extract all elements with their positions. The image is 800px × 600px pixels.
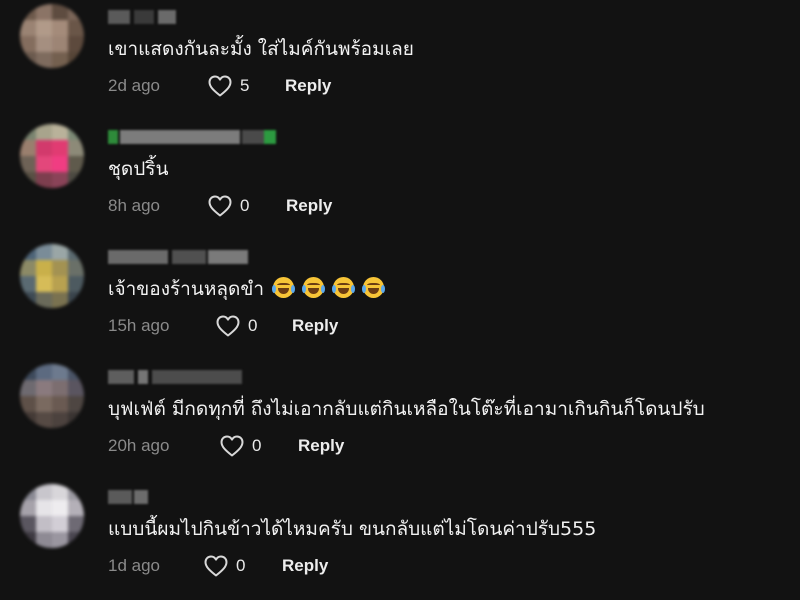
avatar[interactable] bbox=[20, 244, 84, 308]
username-obscured[interactable] bbox=[108, 250, 248, 264]
comment-item: บุฟเฟ่ต์ มีกดทุกที่ ถึงไม่เอากลับแต่กินเ… bbox=[0, 360, 800, 480]
username-obscured[interactable] bbox=[108, 130, 276, 144]
username-obscured[interactable] bbox=[108, 490, 148, 504]
comment-text-body: ชุดปริ้น bbox=[108, 158, 169, 180]
reply-button[interactable]: Reply bbox=[298, 436, 344, 456]
like-button[interactable]: 0 bbox=[220, 434, 276, 458]
face-with-tears-of-joy-emoji bbox=[302, 277, 325, 298]
comment-meta: 1d ago 0 Reply bbox=[108, 554, 408, 578]
face-with-tears-of-joy-emoji bbox=[362, 277, 385, 298]
comment-text: เจ้าของร้านหลุดขำ bbox=[108, 276, 385, 302]
timestamp: 20h ago bbox=[108, 436, 170, 455]
like-button[interactable]: 0 bbox=[204, 554, 260, 578]
timestamp: 15h ago bbox=[108, 316, 170, 335]
comment-text: ชุดปริ้น bbox=[108, 156, 169, 182]
comment-text-body: เจ้าของร้านหลุดขำ bbox=[108, 278, 264, 300]
reply-button[interactable]: Reply bbox=[286, 196, 332, 216]
timestamp: 1d ago bbox=[108, 556, 160, 575]
comment-meta: 15h ago 0 Reply bbox=[108, 314, 408, 338]
timestamp: 2d ago bbox=[108, 76, 160, 95]
reply-button[interactable]: Reply bbox=[292, 316, 338, 336]
face-with-tears-of-joy-emoji bbox=[272, 277, 295, 298]
face-with-tears-of-joy-emoji bbox=[332, 277, 355, 298]
comment-meta: 2d ago 5 Reply bbox=[108, 74, 408, 98]
comment-text: แบบนี้ผมไปกินข้าวได้ไหมครับ ขนกลับแต่ไม่… bbox=[108, 516, 596, 542]
like-button[interactable]: 0 bbox=[208, 194, 264, 218]
comment-text-body: บุฟเฟ่ต์ มีกดทุกที่ ถึงไม่เอากลับแต่กินเ… bbox=[108, 398, 705, 420]
avatar[interactable] bbox=[20, 364, 84, 428]
like-count: 0 bbox=[240, 196, 250, 215]
like-count: 0 bbox=[236, 556, 246, 575]
like-count: 0 bbox=[252, 436, 262, 455]
comment-meta: 8h ago 0 Reply bbox=[108, 194, 408, 218]
like-count: 0 bbox=[248, 316, 258, 335]
comment-text: บุฟเฟ่ต์ มีกดทุกที่ ถึงไม่เอากลับแต่กินเ… bbox=[108, 396, 705, 422]
username-obscured[interactable] bbox=[108, 10, 176, 24]
comment-meta: 20h ago 0 Reply bbox=[108, 434, 408, 458]
avatar[interactable] bbox=[20, 124, 84, 188]
timestamp: 8h ago bbox=[108, 196, 160, 215]
avatar[interactable] bbox=[20, 4, 84, 68]
comment-text-body: เขาแสดงกันละมั้ง ใส่ไมค์กันพร้อมเลย bbox=[108, 38, 414, 60]
comment-item: แบบนี้ผมไปกินข้าวได้ไหมครับ ขนกลับแต่ไม่… bbox=[0, 480, 800, 600]
username-obscured[interactable] bbox=[108, 370, 242, 384]
reply-button[interactable]: Reply bbox=[282, 556, 328, 576]
comment-text: เขาแสดงกันละมั้ง ใส่ไมค์กันพร้อมเลย bbox=[108, 36, 414, 62]
comment-item: เขาแสดงกันละมั้ง ใส่ไมค์กันพร้อมเลย 2d ag… bbox=[0, 0, 800, 120]
reply-button[interactable]: Reply bbox=[285, 76, 331, 96]
like-count: 5 bbox=[240, 76, 250, 95]
comment-item: ชุดปริ้น 8h ago 0 Reply bbox=[0, 120, 800, 240]
comment-text-body: แบบนี้ผมไปกินข้าวได้ไหมครับ ขนกลับแต่ไม่… bbox=[108, 518, 597, 540]
like-button[interactable]: 5 bbox=[208, 74, 264, 98]
avatar[interactable] bbox=[20, 484, 84, 548]
like-button[interactable]: 0 bbox=[216, 314, 272, 338]
comment-item: เจ้าของร้านหลุดขำ 15h ago 0 Reply bbox=[0, 240, 800, 360]
